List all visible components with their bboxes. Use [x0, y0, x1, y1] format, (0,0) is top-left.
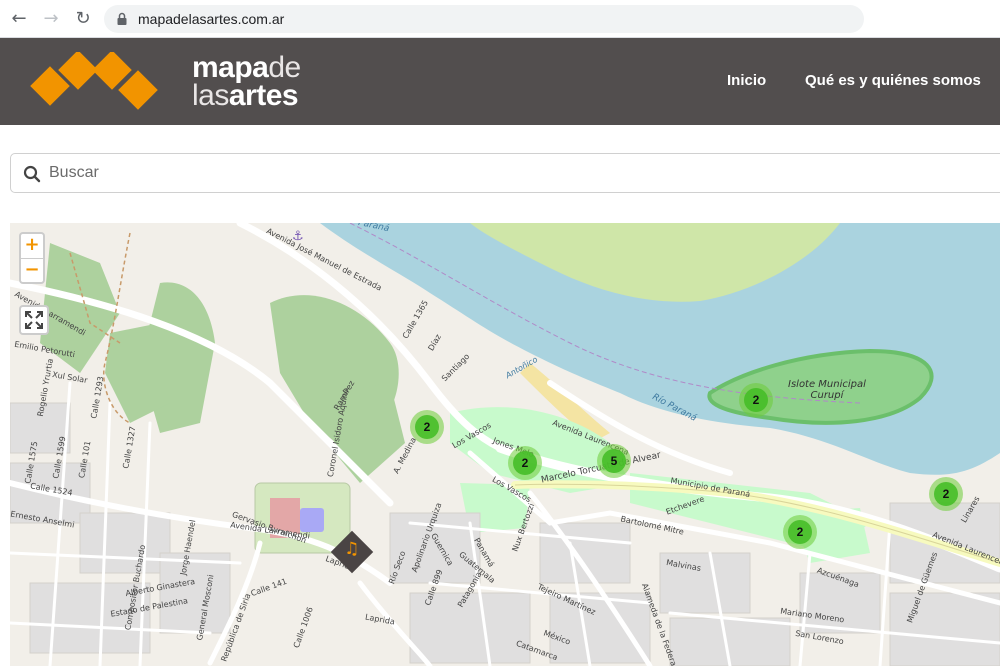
- browser-toolbar: ← → ↻ mapadelasartes.com.ar: [0, 0, 1000, 38]
- cluster-count: 2: [934, 482, 958, 506]
- search-bar: [10, 153, 1000, 193]
- cluster-count: 2: [788, 520, 812, 544]
- label-islote-line2: Curupí: [810, 390, 844, 401]
- back-arrow-icon[interactable]: ←: [8, 8, 30, 30]
- zoom-in-button[interactable]: +: [21, 234, 43, 258]
- logo-mark-icon[interactable]: [28, 52, 163, 114]
- cluster-count: 2: [744, 388, 768, 412]
- nav-que-es[interactable]: Qué es y quiénes somos: [805, 72, 981, 89]
- marker-cluster[interactable]: 2: [508, 446, 542, 480]
- map-view[interactable]: Río Paraná Paraná Islote Municipal Curupí…: [10, 223, 1000, 666]
- marker-cluster[interactable]: 2: [739, 383, 773, 417]
- site-header: mapade lasartes Inicio Qué es y quiénes …: [0, 38, 1000, 125]
- logo-word-artes: artes: [228, 79, 299, 112]
- logo-word-las: las: [192, 79, 229, 112]
- search-icon: [23, 165, 41, 183]
- site-logo-text[interactable]: mapade lasartes: [192, 53, 301, 112]
- cluster-count: 5: [602, 449, 626, 473]
- marker-cluster[interactable]: 5: [597, 444, 631, 478]
- marker-cluster[interactable]: 2: [929, 477, 963, 511]
- cluster-count: 2: [513, 451, 537, 475]
- label-islote-line1: Islote Municipal: [788, 379, 866, 390]
- label-islote: Islote Municipal Curupí: [788, 379, 866, 401]
- lock-icon: [117, 12, 127, 25]
- marker-cluster[interactable]: 2: [783, 515, 817, 549]
- fullscreen-icon: [25, 311, 43, 329]
- zoom-control: + −: [19, 232, 45, 284]
- search-input[interactable]: [49, 160, 949, 186]
- music-note-icon: ♫: [344, 538, 360, 559]
- marker-cluster[interactable]: 2: [410, 410, 444, 444]
- zoom-out-button[interactable]: −: [21, 258, 43, 282]
- url-text: mapadelasartes.com.ar: [138, 11, 285, 27]
- anchor-icon: ⚓: [292, 229, 304, 244]
- cluster-count: 2: [415, 415, 439, 439]
- nav-inicio[interactable]: Inicio: [727, 72, 766, 89]
- reload-icon[interactable]: ↻: [72, 8, 94, 30]
- address-bar[interactable]: mapadelasartes.com.ar: [104, 5, 864, 33]
- forward-arrow-icon[interactable]: →: [40, 8, 62, 30]
- fullscreen-button[interactable]: [19, 305, 49, 335]
